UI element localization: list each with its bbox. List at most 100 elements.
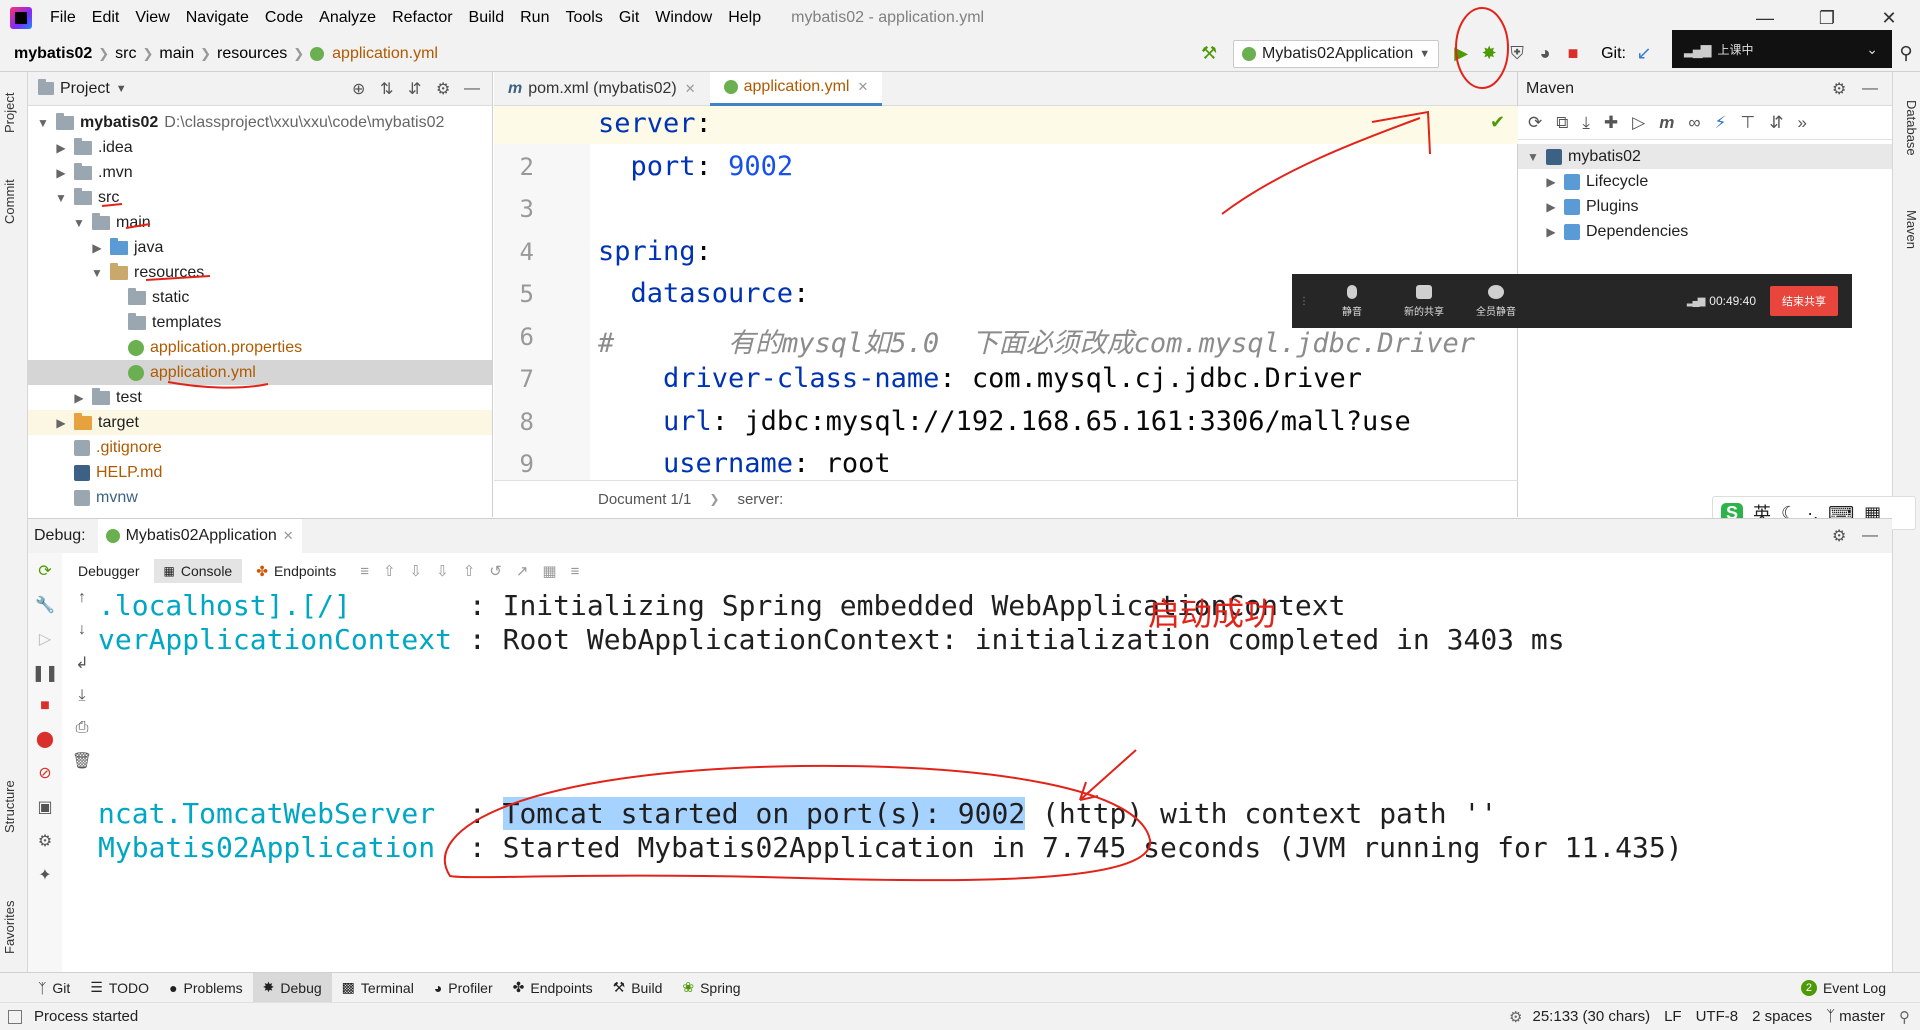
menu-window[interactable]: Window	[647, 9, 720, 27]
menu-file[interactable]: File	[42, 9, 84, 27]
menu-run[interactable]: Run	[512, 9, 557, 27]
inspection-ok-icon[interactable]: ✔	[1490, 112, 1505, 133]
execute-goal-icon[interactable]: m	[1659, 113, 1674, 133]
tool-event-log[interactable]: 2 Event Log	[1791, 973, 1896, 1003]
database-tool-tab[interactable]: Database	[1895, 78, 1919, 178]
tab-pom-xml[interactable]: m pom.xml (mybatis02) ✕	[494, 72, 710, 106]
tab-endpoints[interactable]: ✤ Endpoints	[246, 559, 346, 584]
menu-help[interactable]: Help	[720, 9, 769, 27]
tree-item-application-yml[interactable]: application.yml	[28, 360, 492, 385]
tool-todo[interactable]: ☰ TODO	[80, 973, 159, 1003]
close-tab-icon[interactable]: ✕	[857, 79, 868, 95]
add-icon[interactable]: ✚	[1604, 113, 1618, 133]
tree-item-mvnw[interactable]: mvnw	[28, 485, 492, 510]
chevron-right-icon[interactable]: ▶	[1544, 225, 1558, 239]
drag-handle-icon[interactable]: ⋮	[1292, 296, 1316, 307]
run-icon[interactable]: ▶	[1447, 40, 1475, 68]
tool-terminal[interactable]: ▩ Terminal	[332, 973, 424, 1003]
chevron-right-icon[interactable]: ▶	[54, 416, 68, 430]
favorites-tool-tab[interactable]: Favorites	[2, 882, 26, 972]
class-status-pill[interactable]: ▂▄▆ 上课中 ⌄	[1672, 30, 1892, 68]
debug-session-tab[interactable]: Mybatis02Application ✕	[97, 519, 302, 553]
git-update-icon[interactable]: ↙	[1630, 40, 1658, 68]
project-tool-tab[interactable]: Project	[2, 78, 26, 148]
tree-item-java[interactable]: ▶ java	[28, 235, 492, 260]
maven-project-root[interactable]: ▼ mybatis02	[1518, 144, 1892, 169]
mute-breakpoints-icon[interactable]: ⊘	[38, 763, 51, 783]
chevron-down-icon[interactable]: ▼	[54, 191, 68, 205]
run-configuration-select[interactable]: Mybatis02Application ▼	[1233, 39, 1440, 68]
tool-profiler[interactable]: ◕ Profiler	[424, 973, 503, 1003]
search-everywhere-icon[interactable]: ⚲	[1892, 40, 1920, 68]
gear-icon[interactable]: ⚙	[436, 79, 464, 99]
chevron-down-icon[interactable]: ⌄	[1866, 41, 1878, 58]
debug-bug-icon[interactable]: ✸	[1475, 40, 1503, 68]
menu-analyze[interactable]: Analyze	[311, 9, 384, 27]
menu-view[interactable]: View	[127, 9, 177, 27]
structure-tool-tab[interactable]: Structure	[2, 762, 26, 852]
chevron-down-icon[interactable]: ▼	[72, 216, 86, 230]
tree-item-main[interactable]: ▼ main	[28, 210, 492, 235]
tab-debugger[interactable]: Debugger	[68, 559, 150, 583]
tool-build[interactable]: ⚒ Build	[603, 973, 673, 1003]
tool-debug[interactable]: ✸ Debug	[252, 972, 332, 1003]
maven-lifecycle[interactable]: ▶ Lifecycle	[1518, 169, 1892, 194]
tab-application-yml[interactable]: application.yml ✕	[709, 71, 883, 106]
maven-dependencies[interactable]: ▶ Dependencies	[1518, 219, 1892, 244]
gear-icon[interactable]: ⚙	[1832, 79, 1862, 99]
expand-all-icon[interactable]: ⇅	[380, 79, 408, 99]
tool-endpoints[interactable]: ✤ Endpoints	[503, 973, 603, 1003]
scroll-to-end-icon[interactable]: ⤓	[78, 687, 85, 705]
close-tab-icon[interactable]: ✕	[685, 81, 696, 97]
new-share-button[interactable]: 新的共享	[1388, 284, 1460, 318]
tab-console[interactable]: ▦ Console	[153, 559, 243, 583]
tree-item-mvn[interactable]: ▶ .mvn	[28, 160, 492, 185]
chevron-right-icon[interactable]: ▶	[1544, 175, 1558, 189]
mute-button[interactable]: 静音	[1316, 284, 1388, 318]
coverage-icon[interactable]: ⛨	[1503, 40, 1531, 68]
down-arrow-icon[interactable]: ↓	[78, 621, 86, 639]
tree-item-root[interactable]: ▼ mybatis02 D:\classproject\xxu\xxu\code…	[28, 110, 492, 135]
skip-tests-icon[interactable]: ⚡	[1714, 113, 1726, 133]
menu-git[interactable]: Git	[611, 9, 647, 27]
more-icon[interactable]: »	[1797, 113, 1806, 133]
lock-icon[interactable]: ⚲	[1899, 1008, 1910, 1026]
mute-all-button[interactable]: 全员静音	[1460, 284, 1532, 318]
profiler-icon[interactable]: ◕	[1531, 40, 1559, 68]
tool-git[interactable]: ᛉ Git	[28, 973, 80, 1003]
chevron-right-icon[interactable]: ▶	[72, 391, 86, 405]
breadcrumb-src[interactable]: src	[111, 45, 140, 63]
build-hammer-icon[interactable]: ⚒	[1195, 40, 1223, 68]
collapse-all-icon[interactable]: ⇵	[408, 79, 436, 99]
indent-setting[interactable]: 2 spaces	[1752, 1008, 1812, 1025]
project-panel-title[interactable]: Project	[60, 80, 110, 98]
stop-icon[interactable]: ■	[1559, 40, 1587, 68]
tree-item-resources[interactable]: ▼ resources	[28, 260, 492, 285]
camera-icon[interactable]: ▣	[37, 797, 52, 817]
maven-plugins[interactable]: ▶ Plugins	[1518, 194, 1892, 219]
hide-panel-icon[interactable]: —	[1862, 527, 1892, 545]
tool-spring[interactable]: ❀ Spring	[672, 973, 750, 1003]
show-dependencies-icon[interactable]: ⊤	[1740, 113, 1755, 133]
tree-item-idea[interactable]: ▶ .idea	[28, 135, 492, 160]
tree-item-src[interactable]: ▼ src	[28, 185, 492, 210]
git-branch[interactable]: master	[1839, 1008, 1885, 1025]
line-separator[interactable]: LF	[1664, 1008, 1682, 1025]
chevron-down-icon[interactable]: ▼	[90, 266, 104, 280]
breadcrumb-main[interactable]: main	[155, 45, 198, 63]
close-tab-icon[interactable]: ✕	[283, 528, 294, 544]
print-icon[interactable]: ⎙	[76, 719, 89, 737]
minimize-icon[interactable]: —	[1734, 8, 1796, 29]
chevron-right-icon[interactable]: ▶	[54, 166, 68, 180]
chevron-right-icon[interactable]: ▶	[90, 241, 104, 255]
yaml-path[interactable]: server:	[737, 491, 783, 508]
tree-item-gitignore[interactable]: .gitignore	[28, 435, 492, 460]
view-breakpoints-icon[interactable]: ⬤	[36, 729, 54, 749]
resume-icon[interactable]: ▷	[39, 629, 51, 649]
chevron-down-icon[interactable]: ▼	[116, 83, 127, 95]
gear-icon[interactable]: ⚙	[38, 831, 52, 851]
file-encoding[interactable]: UTF-8	[1696, 1008, 1739, 1025]
pin-icon[interactable]: ✦	[38, 865, 51, 885]
hide-panel-icon[interactable]: —	[1862, 80, 1892, 98]
menu-navigate[interactable]: Navigate	[178, 9, 257, 27]
